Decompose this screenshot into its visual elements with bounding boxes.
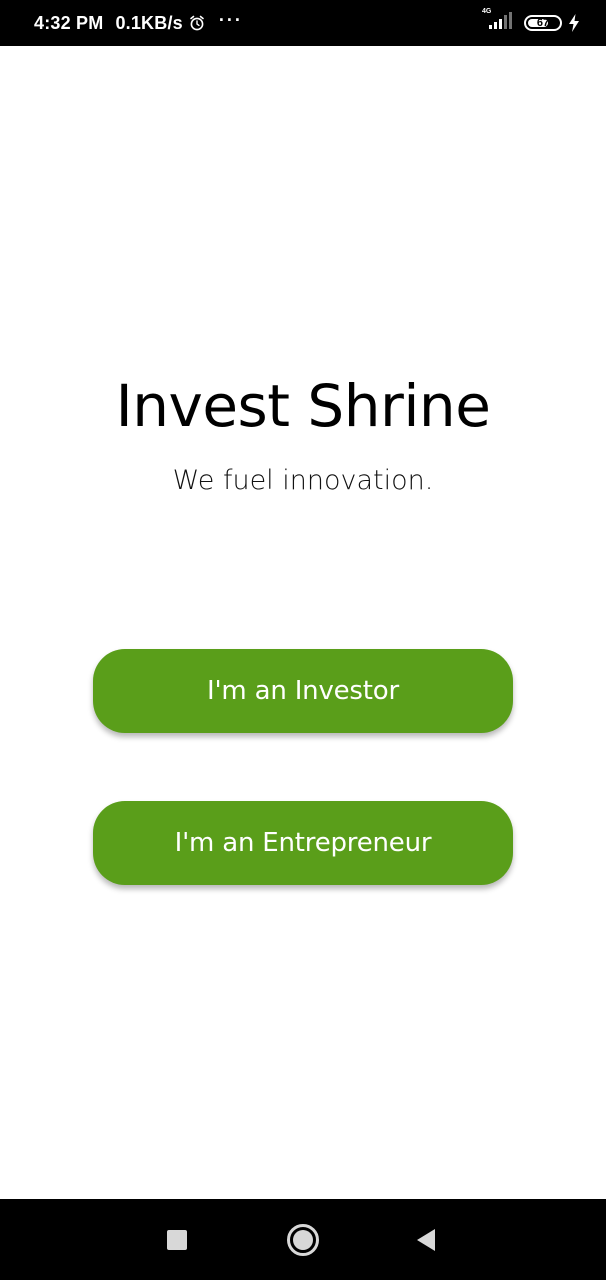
square-recents-icon [167,1229,187,1250]
charging-bolt-icon [569,14,579,32]
navigation-bar [0,1199,606,1280]
battery-level: 67 [536,17,550,29]
recents-button[interactable] [157,1199,197,1280]
status-time: 4:32 PM [34,12,104,33]
investor-button[interactable]: I'm an Investor [93,649,513,733]
triangle-back-icon [417,1228,435,1251]
entrepreneur-button[interactable]: I'm an Entrepreneur [93,801,513,885]
more-dots-icon: ··· [218,9,243,30]
status-bar: 4:32 PM 0.1KB/s ··· 4G 67 [0,0,606,46]
back-button[interactable] [406,1199,446,1280]
signal-group: 4G [480,8,524,36]
circle-home-icon [287,1223,319,1256]
status-left: 4:32 PM 0.1KB/s ··· [34,0,243,46]
status-right: 4G 67 [480,0,580,46]
network-speed: 0.1KB/s [115,12,183,33]
alarm-clock-icon [190,15,204,31]
app-tagline: We fuel innovation. [172,465,434,496]
app-title: Invest Shrine [115,372,491,440]
home-button[interactable] [280,1199,326,1280]
battery-icon: 67 [524,15,562,31]
network-type: 4G [482,8,492,15]
